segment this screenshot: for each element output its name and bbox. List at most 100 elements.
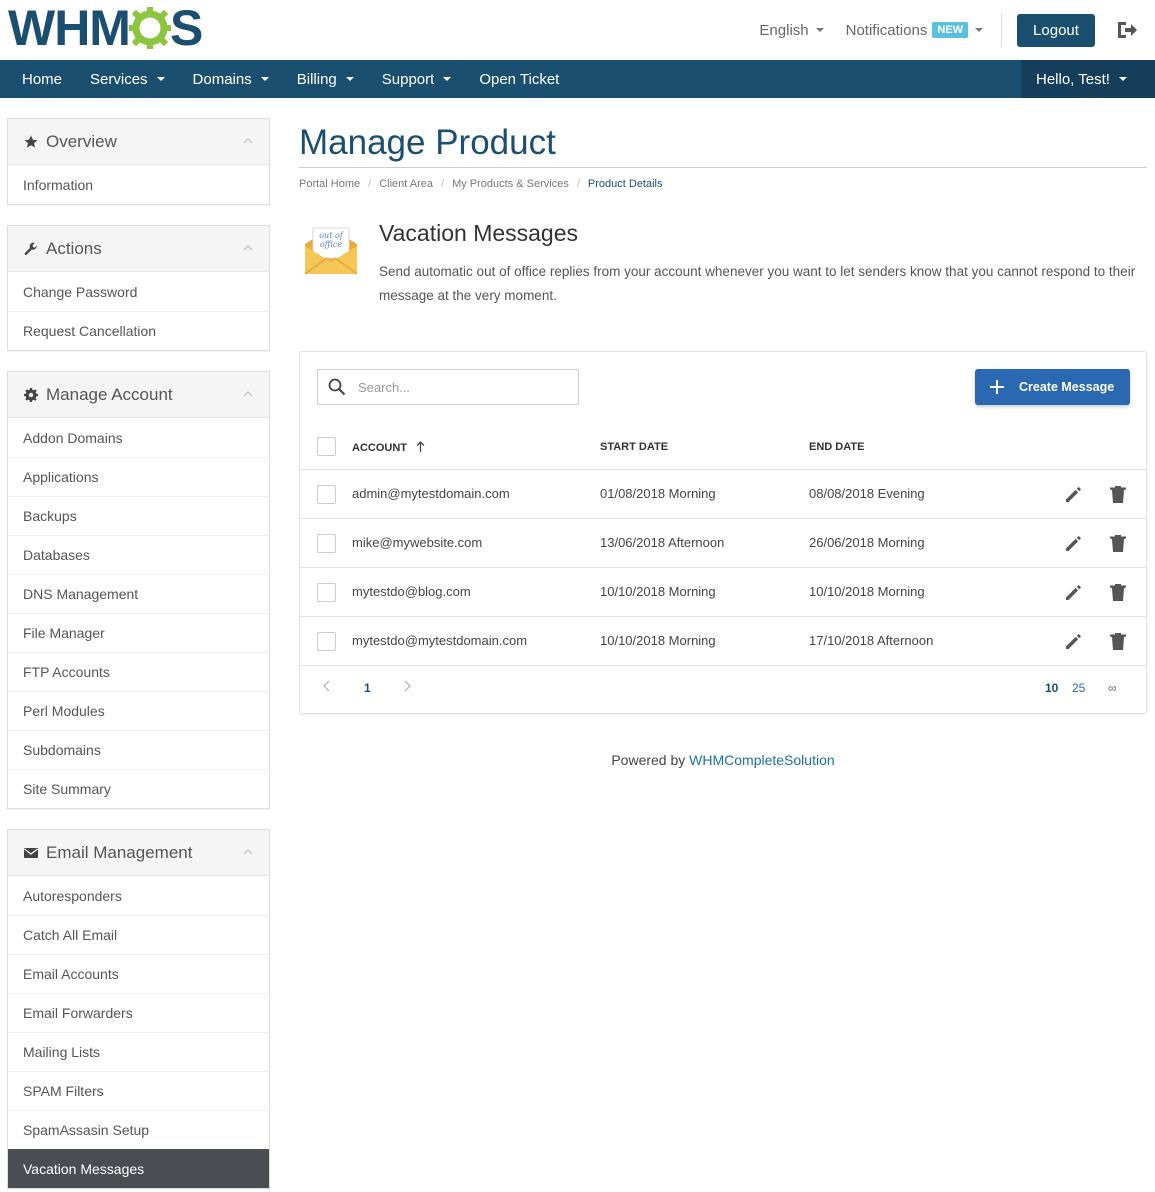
sort-ascending-icon (416, 441, 425, 452)
language-dropdown[interactable]: English (759, 21, 824, 39)
nav-domains[interactable]: Domains (179, 60, 283, 98)
icon-text-office: office (320, 240, 343, 249)
sidebar-item-vacation-messages[interactable]: Vacation Messages (8, 1149, 269, 1188)
account-cell: mike@mywebsite.com (352, 535, 483, 550)
trash-icon[interactable] (1109, 582, 1127, 602)
page-size-option[interactable]: 25 (1072, 681, 1085, 695)
sidebar-item-backups[interactable]: Backups (8, 496, 269, 535)
trash-icon[interactable] (1109, 533, 1127, 553)
edit-pencil-icon[interactable] (1064, 582, 1084, 602)
nav-label: Home (22, 70, 63, 88)
breadcrumb-current: Product Details (587, 178, 663, 190)
sidebar-item-subdomains[interactable]: Subdomains (8, 730, 269, 769)
panel-header[interactable]: Actions (8, 226, 269, 272)
panel-email-management: Email Management Autoresponders Catch Al… (7, 829, 270, 1189)
sidebar-item-email-forwarders[interactable]: Email Forwarders (8, 993, 269, 1032)
nav-services[interactable]: Services (76, 60, 179, 98)
logo-text-left: WHM (8, 0, 131, 56)
start-date-cell: 01/08/2018 Morning (600, 486, 716, 501)
account-cell: mytestdo@blog.com (352, 584, 471, 599)
select-all-checkbox[interactable] (317, 437, 336, 456)
search-input[interactable] (358, 379, 558, 395)
chevron-up-icon[interactable] (243, 847, 253, 857)
table-row: mytestdo@mytestdomain.com 10/10/2018 Morn… (300, 617, 1146, 666)
sidebar-item-spamassasin-setup[interactable]: SpamAssasin Setup (8, 1110, 269, 1149)
sidebar-item-addon-domains[interactable]: Addon Domains (8, 418, 269, 457)
chevron-right-icon[interactable] (402, 680, 412, 692)
breadcrumb-separator: / (441, 178, 445, 190)
row-checkbox[interactable] (317, 534, 336, 553)
sidebar-item-site-summary[interactable]: Site Summary (8, 769, 269, 808)
sidebar-item-file-manager[interactable]: File Manager (8, 613, 269, 652)
chevron-left-icon[interactable] (322, 680, 332, 692)
vacation-messages-table-card: Create Message ACCOUNT START DATE END DA… (299, 351, 1147, 714)
create-message-button[interactable]: Create Message (975, 369, 1130, 405)
sidebar-item-change-password[interactable]: Change Password (8, 272, 269, 311)
search-box[interactable] (317, 369, 579, 405)
trash-icon[interactable] (1109, 631, 1127, 651)
panel-actions: Actions Change Password Request Cancella… (7, 225, 270, 351)
sidebar-item-dns-management[interactable]: DNS Management (8, 574, 269, 613)
breadcrumb-link[interactable]: Client Area (379, 178, 433, 190)
edit-pencil-icon[interactable] (1064, 631, 1084, 651)
logo-gear-icon (128, 7, 171, 49)
page-size-option[interactable]: ∞ (1108, 681, 1117, 695)
sidebar-item-email-accounts[interactable]: Email Accounts (8, 954, 269, 993)
section-intro: out of office Vacation Messages Send aut… (299, 220, 1147, 320)
user-menu[interactable]: Hello, Test! (1021, 60, 1155, 98)
chevron-up-icon[interactable] (243, 243, 253, 253)
sidebar-item-autoresponders[interactable]: Autoresponders (8, 876, 269, 915)
nav-billing[interactable]: Billing (283, 60, 368, 98)
row-checkbox[interactable] (317, 583, 336, 602)
sidebar-item-perl-modules[interactable]: Perl Modules (8, 691, 269, 730)
table-row: mike@mywebsite.com 13/06/2018 Afternoon 26… (300, 519, 1146, 568)
panel-title: Overview (46, 131, 117, 151)
sidebar-item-request-cancellation[interactable]: Request Cancellation (8, 311, 269, 350)
sidebar-item-databases[interactable]: Databases (8, 535, 269, 574)
row-checkbox[interactable] (317, 632, 336, 651)
column-start-date[interactable]: START DATE (600, 441, 668, 453)
panel-header[interactable]: Overview (8, 119, 269, 165)
edit-pencil-icon[interactable] (1064, 533, 1084, 553)
page-number[interactable]: 1 (364, 681, 371, 695)
table-row: admin@mytestdomain.com 01/08/2018 Morning… (300, 470, 1146, 519)
page-size-option[interactable]: 10 (1045, 681, 1058, 695)
chevron-up-icon[interactable] (243, 136, 253, 146)
end-date-cell: 10/10/2018 Morning (809, 584, 925, 599)
notifications-dropdown[interactable]: Notifications NEW (846, 22, 983, 39)
icon-text-out-of: out of (319, 231, 345, 240)
sidebar-item-catch-all-email[interactable]: Catch All Email (8, 915, 269, 954)
nav-label: Support (381, 70, 435, 88)
sidebar-item-ftp-accounts[interactable]: FTP Accounts (8, 652, 269, 691)
table-row: mytestdo@blog.com 10/10/2018 Morning 10/10… (300, 568, 1146, 617)
star-icon (23, 134, 39, 150)
nav-support[interactable]: Support (368, 60, 466, 98)
account-cell: admin@mytestdomain.com (352, 486, 510, 501)
row-checkbox[interactable] (317, 485, 336, 504)
out-of-office-envelope-icon: out of office (304, 227, 358, 275)
sidebar-item-information[interactable]: Information (8, 165, 269, 204)
edit-pencil-icon[interactable] (1064, 484, 1084, 504)
logout-button[interactable]: Logout (1017, 13, 1095, 47)
panel-header[interactable]: Email Management (8, 830, 269, 876)
whmcs-logo[interactable]: WHM S (8, 0, 203, 56)
nav-home[interactable]: Home (0, 60, 76, 98)
footer-link[interactable]: WHMCompleteSolution (689, 752, 835, 768)
sidebar-item-spam-filters[interactable]: SPAM Filters (8, 1071, 269, 1110)
panel-title: Email Management (46, 842, 193, 862)
panel-header[interactable]: Manage Account (8, 372, 269, 418)
sidebar-item-applications[interactable]: Applications (8, 457, 269, 496)
panel-title: Actions (46, 238, 102, 258)
sign-out-icon[interactable] (1115, 19, 1137, 41)
column-account[interactable]: ACCOUNT (352, 441, 425, 454)
column-label: ACCOUNT (352, 442, 407, 454)
nav-open-ticket[interactable]: Open Ticket (465, 60, 573, 98)
breadcrumb-link[interactable]: My Products & Services (452, 178, 569, 190)
breadcrumb-link[interactable]: Portal Home (299, 178, 360, 190)
chevron-up-icon[interactable] (243, 389, 253, 399)
trash-icon[interactable] (1109, 484, 1127, 504)
sidebar-item-mailing-lists[interactable]: Mailing Lists (8, 1032, 269, 1071)
language-label: English (759, 21, 809, 39)
column-end-date[interactable]: END DATE (809, 441, 864, 453)
start-date-cell: 10/10/2018 Morning (600, 633, 716, 648)
